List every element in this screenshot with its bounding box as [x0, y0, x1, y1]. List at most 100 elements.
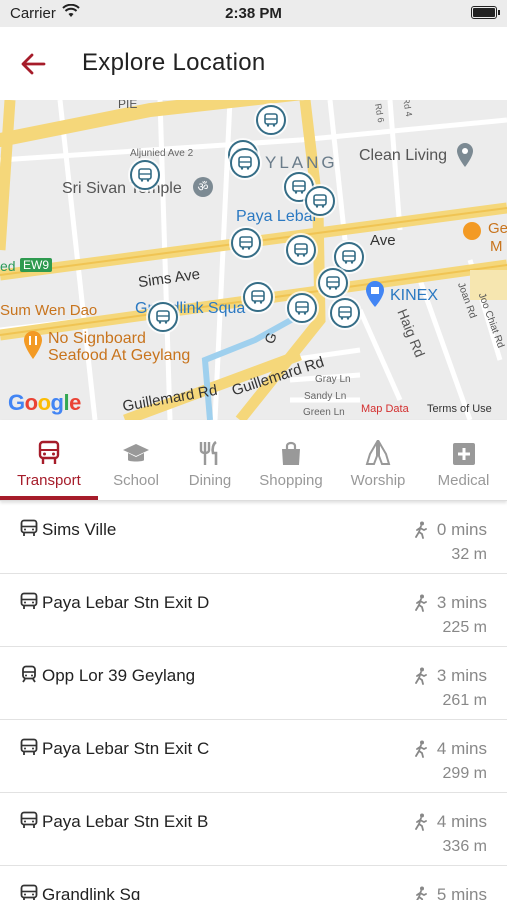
google-logo: Google	[8, 390, 81, 415]
map-label-clean-living: Clean Living	[359, 147, 448, 164]
bus-icon	[138, 168, 152, 182]
map-label-ed: ed	[0, 258, 16, 274]
shopping-marker-icon	[366, 281, 384, 307]
bus-stop-pin[interactable]	[318, 268, 348, 298]
tab-school[interactable]: School	[98, 420, 174, 500]
list-item[interactable]: Grandlink Sq 5 mins	[0, 866, 507, 900]
graduation-cap-icon	[123, 444, 149, 462]
bus-stop-pin[interactable]	[243, 282, 273, 312]
terms-of-use-link[interactable]: Terms of Use	[427, 403, 492, 415]
walk-time: 5 mins	[436, 885, 487, 900]
tab-medical[interactable]: Medical	[420, 420, 507, 500]
map-label-pie: PIE	[118, 100, 138, 111]
bus-icon	[156, 310, 170, 324]
bus-icon	[313, 194, 327, 208]
list-item[interactable]: Paya Lebar Stn Exit D 3 mins 225 m	[0, 574, 507, 647]
bus-icon	[238, 156, 252, 170]
map-label-ge: Ge	[488, 220, 507, 237]
restaurant-marker-icon	[463, 222, 481, 240]
bus-icon	[20, 884, 38, 900]
map-label-ave: Ave	[370, 232, 396, 249]
train-icon	[22, 665, 36, 683]
bus-icon	[20, 519, 38, 536]
map-data-link[interactable]: Map Data	[361, 403, 409, 415]
map-label-m: M	[490, 238, 503, 255]
walk-time: 4 mins	[436, 739, 487, 758]
header: Explore Location	[0, 27, 507, 100]
walk-time: 3 mins	[436, 593, 487, 612]
distance: 225 m	[442, 619, 487, 636]
medical-cross-icon	[452, 443, 475, 465]
walking-icon	[415, 521, 427, 539]
bus-stop-pin[interactable]	[330, 298, 360, 328]
walk-time: 0 mins	[436, 520, 487, 539]
tab-worship[interactable]: Worship	[336, 420, 420, 500]
list-item[interactable]: Sims Ville 0 mins 32 m	[0, 501, 507, 574]
tab-label: Transport	[17, 472, 81, 489]
list-item[interactable]: Paya Lebar Stn Exit B 4 mins 336 m	[0, 793, 507, 866]
bus-icon	[342, 250, 356, 264]
tab-dining[interactable]: Dining	[174, 420, 246, 500]
bus-icon	[326, 276, 340, 290]
tab-shopping[interactable]: Shopping	[246, 420, 336, 500]
bus-stop-pin[interactable]	[130, 160, 160, 190]
distance: 261 m	[442, 692, 487, 709]
clock: 2:38 PM	[225, 5, 282, 22]
status-bar: Carrier 2:38 PM	[0, 0, 507, 27]
seafood-marker-icon	[24, 331, 42, 359]
bus-stop-pin[interactable]	[231, 228, 261, 258]
tab-label: School	[113, 472, 159, 489]
bus-stop-pin[interactable]	[287, 293, 317, 323]
tab-transport[interactable]: Transport	[0, 420, 98, 500]
distance: 32 m	[451, 546, 487, 563]
bus-icon	[264, 113, 278, 127]
stop-name: Grandlink Sq	[42, 885, 141, 900]
bus-icon	[251, 290, 265, 304]
battery-icon	[471, 6, 500, 19]
map-label-no-signboard-1: No Signboard	[48, 330, 146, 347]
fork-knife-icon	[199, 440, 218, 465]
tab-label: Medical	[437, 472, 490, 489]
map-label-paya-lebar: Paya Lebar	[236, 208, 318, 225]
tab-label: Shopping	[259, 472, 323, 489]
distance: 299 m	[442, 765, 487, 782]
stop-name: Paya Lebar Stn Exit B	[42, 812, 209, 831]
stop-name: Paya Lebar Stn Exit C	[42, 739, 210, 758]
map-label-kinex: KINEX	[390, 287, 439, 304]
list-item[interactable]: Paya Lebar Stn Exit C 4 mins 299 m	[0, 720, 507, 793]
map-label-sri-sivan: Sri Sivan Temple	[62, 180, 182, 197]
back-button[interactable]	[18, 49, 50, 79]
bus-icon	[38, 440, 60, 464]
tab-label: Worship	[350, 472, 406, 489]
page-title: Explore Location	[82, 49, 266, 76]
bus-icon	[239, 236, 253, 250]
bus-icon	[292, 180, 306, 194]
map-label-gray-ln: Gray Ln	[315, 374, 351, 385]
bus-stop-pin[interactable]	[334, 242, 364, 272]
category-tabs: Transport School Dining Shopping Worship…	[0, 420, 507, 501]
bus-stop-pin[interactable]	[286, 235, 316, 265]
stop-name: Sims Ville	[42, 520, 117, 539]
stop-name: Paya Lebar Stn Exit D	[42, 593, 210, 612]
active-tab-indicator	[0, 496, 98, 500]
map-label-sandy-ln: Sandy Ln	[304, 391, 347, 402]
bus-icon	[20, 592, 38, 609]
map-place-marker-icon	[457, 143, 473, 167]
stop-name: Opp Lor 39 Geylang	[42, 666, 196, 685]
map-label-geylang: YLANG	[265, 153, 338, 172]
map-label-green-ln: Green Ln	[303, 407, 345, 418]
walk-time: 4 mins	[436, 812, 487, 831]
list-item[interactable]: Opp Lor 39 Geylang 3 mins 261 m	[0, 647, 507, 720]
bus-icon	[294, 243, 308, 257]
shopping-bag-icon	[282, 441, 300, 465]
walking-icon	[415, 813, 427, 831]
bus-stop-pin[interactable]	[148, 302, 178, 332]
bus-icon	[20, 811, 38, 828]
map-view[interactable]: PIE Aljunied Ave 2 YLANG Clean Living Sr…	[0, 100, 507, 420]
stop-list: Sims Ville 0 mins 32 m Paya Lebar Stn Ex…	[0, 501, 507, 900]
bus-stop-pin[interactable]	[256, 105, 286, 135]
bus-stop-pin[interactable]	[305, 186, 335, 216]
map-label-aljunied: Aljunied Ave 2	[130, 148, 194, 159]
bus-stop-pin[interactable]	[230, 148, 260, 178]
praying-hands-icon	[365, 440, 391, 465]
